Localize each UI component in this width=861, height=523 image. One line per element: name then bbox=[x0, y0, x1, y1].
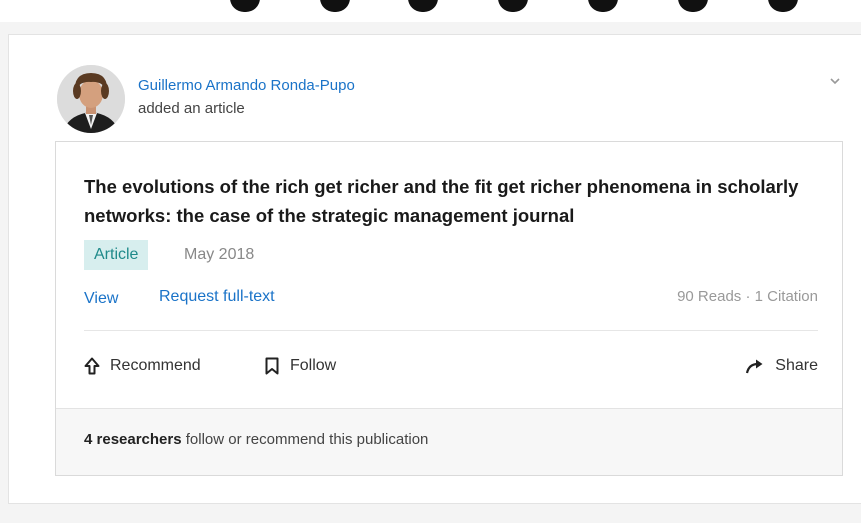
arrow-up-icon bbox=[84, 357, 100, 375]
activity-description: added an article bbox=[138, 100, 245, 117]
recommend-label: Recommend bbox=[110, 357, 201, 374]
request-full-text-link[interactable]: Request full-text bbox=[159, 288, 275, 306]
share-button[interactable]: Share bbox=[745, 354, 818, 378]
view-link[interactable]: View bbox=[84, 290, 118, 308]
cropped-header-strip bbox=[0, 0, 861, 22]
recommend-button[interactable]: Recommend bbox=[84, 354, 201, 378]
cropped-glyph bbox=[230, 0, 260, 12]
follow-button[interactable]: Follow bbox=[264, 354, 336, 378]
cropped-glyph bbox=[408, 0, 438, 12]
share-arrow-icon bbox=[746, 359, 763, 374]
follow-label: Follow bbox=[290, 357, 337, 374]
cropped-glyph bbox=[588, 0, 618, 12]
avatar[interactable] bbox=[57, 65, 125, 133]
article-type-badge: Article bbox=[84, 240, 149, 270]
followers-summary[interactable]: 4 researchers follow or recommend this p… bbox=[84, 431, 428, 448]
cropped-glyph bbox=[320, 0, 350, 12]
cropped-glyph bbox=[498, 0, 528, 12]
article-preview: The evolutions of the rich get richer an… bbox=[55, 141, 843, 476]
cropped-glyph bbox=[768, 0, 798, 12]
publication-date: May 2018 bbox=[184, 246, 255, 263]
divider bbox=[84, 330, 818, 331]
followers-text: follow or recommend this publication bbox=[181, 431, 429, 448]
reads-citations-stats: 90 Reads · 1 Citation bbox=[677, 288, 818, 305]
researcher-count: 4 researchers bbox=[84, 431, 182, 448]
feed-card: Guillermo Armando Ronda-Pupo added an ar… bbox=[8, 34, 861, 504]
chevron-down-icon[interactable] bbox=[827, 73, 843, 89]
author-name-link[interactable]: Guillermo Armando Ronda-Pupo bbox=[138, 77, 355, 94]
bookmark-icon bbox=[265, 357, 279, 375]
publication-footer: 4 researchers follow or recommend this p… bbox=[56, 408, 842, 475]
article-title[interactable]: The evolutions of the rich get richer an… bbox=[84, 172, 824, 230]
cropped-glyph bbox=[678, 0, 708, 12]
share-label: Share bbox=[775, 357, 818, 374]
